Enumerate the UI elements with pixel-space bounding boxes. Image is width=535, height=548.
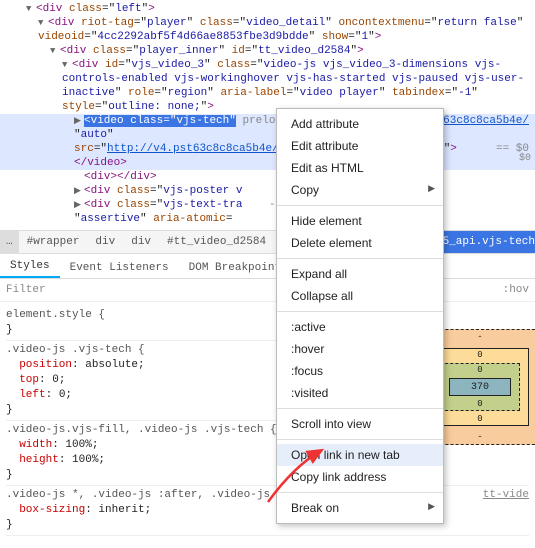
disclosure-triangle[interactable]: ▼ xyxy=(50,44,60,58)
dom-node[interactable]: ▼<div class="left"> xyxy=(0,2,535,16)
tab-event-listeners[interactable]: Event Listeners xyxy=(60,258,179,278)
dom-node[interactable]: ▼<div class="player_inner" id="tt_video_… xyxy=(0,44,535,58)
menu-pseudo-focus[interactable]: :focus xyxy=(277,360,443,382)
src-link-tail[interactable]: 63c8c8ca5b4e/ xyxy=(443,114,529,128)
dom-node[interactable]: ▼<div id="vjs_video_3" class="video-js v… xyxy=(0,58,535,114)
menu-pseudo-hover[interactable]: :hover xyxy=(277,338,443,360)
crumb-item[interactable]: #tt_video_d2584 xyxy=(159,236,274,248)
menu-edit-attribute[interactable]: Edit attribute xyxy=(277,135,443,157)
menu-pseudo-active[interactable]: :active xyxy=(277,316,443,338)
box-content-size: 370 xyxy=(449,378,511,396)
src-link[interactable]: http://v4.pst xyxy=(107,143,193,155)
menu-collapse-all[interactable]: Collapse all xyxy=(277,285,443,307)
hov-toggle[interactable]: :hov xyxy=(503,284,529,296)
side-panel-tabs[interactable]: Styles Event Listeners DOM Breakpoints P… xyxy=(0,254,535,279)
dom-node-selected[interactable]: ▶<video class="vjs-tech" preload="auto" … xyxy=(0,114,535,170)
dom-node[interactable]: ▼<div riot-tag="player" class="video_det… xyxy=(0,16,535,44)
menu-pseudo-visited[interactable]: :visited xyxy=(277,382,443,404)
dom-node[interactable]: ▶<div class="vjs-text-tra -live="asserti… xyxy=(0,198,535,226)
source-link[interactable]: tt-vide xyxy=(483,488,529,503)
crumb-selected[interactable]: ml5_api.vjs-tech xyxy=(429,231,535,253)
dom-tree[interactable]: ▼<div class="left"> ▼<div riot-tag="play… xyxy=(0,0,535,230)
menu-delete-element[interactable]: Delete element xyxy=(277,232,443,254)
disclosure-triangle[interactable]: ▼ xyxy=(26,2,36,16)
disclosure-triangle[interactable]: ▼ xyxy=(62,58,72,72)
styles-pane: Filter :hov element.style {} tt-vide .vi… xyxy=(0,279,535,548)
crumb-item[interactable]: div xyxy=(123,236,159,248)
breadcrumb[interactable]: … #wrapper div div #tt_video_d2584 # ml5… xyxy=(0,230,535,254)
menu-scroll-into-view[interactable]: Scroll into view xyxy=(277,413,443,435)
dollar-zero: $0 xyxy=(519,152,531,166)
disclosure-triangle[interactable]: ▶ xyxy=(74,114,84,128)
menu-copy-link-address[interactable]: Copy link address xyxy=(277,466,443,488)
menu-hide-element[interactable]: Hide element xyxy=(277,210,443,232)
css-rule[interactable]: tt-vide .video-js *, .video-js :after, .… xyxy=(6,486,529,536)
dom-node[interactable]: <div></div> xyxy=(0,170,535,184)
crumb-item[interactable]: #wrapper xyxy=(19,236,88,248)
menu-break-on[interactable]: Break on xyxy=(277,497,443,519)
context-menu[interactable]: Add attribute Edit attribute Edit as HTM… xyxy=(276,108,444,524)
menu-expand-all[interactable]: Expand all xyxy=(277,263,443,285)
dom-node[interactable]: ▶<div class="vjs-poster v xyxy=(0,184,535,198)
disclosure-triangle[interactable]: ▼ xyxy=(38,16,48,30)
menu-edit-as-html[interactable]: Edit as HTML xyxy=(277,157,443,179)
menu-open-link-new-tab[interactable]: Open link in new tab xyxy=(277,444,443,466)
crumb-item[interactable]: div xyxy=(87,236,123,248)
crumb-ellipsis[interactable]: … xyxy=(0,231,19,253)
tab-styles[interactable]: Styles xyxy=(0,256,60,278)
menu-add-attribute[interactable]: Add attribute xyxy=(277,113,443,135)
menu-copy[interactable]: Copy xyxy=(277,179,443,201)
